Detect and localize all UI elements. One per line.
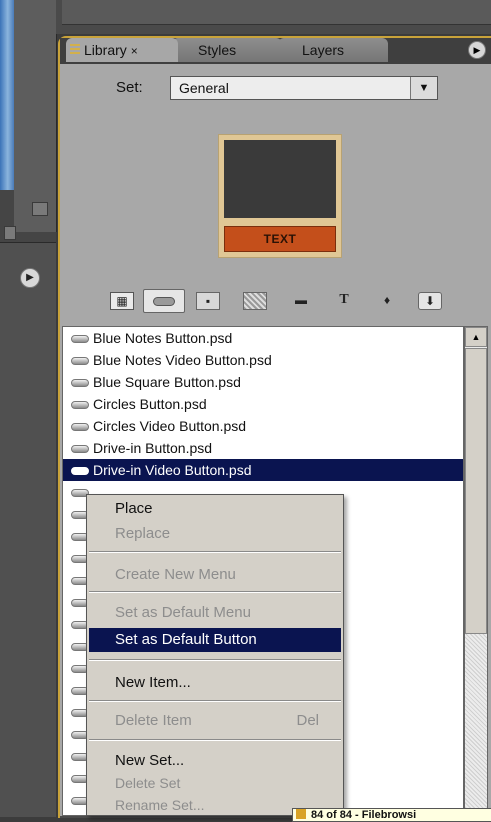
left-dock-panel <box>14 0 57 232</box>
dropdown-arrow-icon[interactable]: ▼ <box>410 77 437 99</box>
image-filter-icon[interactable]: ▪ <box>196 292 220 310</box>
file-browser-icon <box>296 809 306 819</box>
left-dock-scroll-button[interactable] <box>32 202 48 216</box>
button-item-icon <box>71 335 89 343</box>
menu-item-replace[interactable]: Replace <box>89 522 341 546</box>
scroll-thumb[interactable] <box>465 348 487 634</box>
preview-thumbnail <box>224 140 336 218</box>
scroll-up-icon[interactable]: ▲ <box>465 327 487 347</box>
button-item-icon <box>71 357 89 365</box>
status-tooltip: 84 of 84 - Filebrowsi <box>292 808 491 822</box>
list-item-label: Blue Square Button.psd <box>93 374 241 390</box>
menu-item-delete-item-label: Delete Item <box>115 712 192 729</box>
list-item[interactable]: Circles Video Button.psd <box>63 415 463 437</box>
menu-item-new-set[interactable]: New Set... <box>89 749 341 773</box>
menu-item-new-item[interactable]: New Item... <box>89 671 341 695</box>
list-item-label: Blue Notes Video Button.psd <box>93 352 272 368</box>
buttons-filter-icon[interactable] <box>143 289 185 313</box>
scroll-track-lower[interactable] <box>465 634 487 816</box>
button-item-icon <box>71 379 89 387</box>
menu-separator <box>89 591 341 593</box>
background-filter-icon[interactable] <box>243 292 267 310</box>
left-panel-menu-icon[interactable]: ▶ <box>20 268 40 288</box>
list-item-label: Blue Notes Button.psd <box>93 330 233 346</box>
tab-library-label: Library <box>84 42 127 58</box>
list-item-label: Circles Video Button.psd <box>93 418 247 434</box>
flyout-menu-icon: ▶ <box>468 41 486 59</box>
menu-separator <box>89 659 341 661</box>
import-icon[interactable]: ⬇ <box>418 292 442 310</box>
menu-separator <box>89 551 341 553</box>
button-item-icon <box>71 423 89 431</box>
list-item[interactable]: Blue Square Button.psd <box>63 371 463 393</box>
list-item[interactable]: Circles Button.psd <box>63 393 463 415</box>
list-item-label: Drive-in Button.psd <box>93 440 213 456</box>
tab-layers[interactable]: Layers <box>278 38 388 62</box>
button-item-icon <box>71 467 89 475</box>
preview-button-text: TEXT <box>224 226 336 252</box>
tab-layers-label: Layers <box>302 42 345 58</box>
tab-library[interactable]: Library × <box>66 38 178 62</box>
document-canvas-edge <box>0 0 14 190</box>
menu-item-delete-item[interactable]: Delete Item Del <box>89 709 341 733</box>
panel-grip-icon[interactable] <box>70 44 80 56</box>
button-item-icon <box>71 401 89 409</box>
set-dropdown-value: General <box>179 80 229 96</box>
drop-zone-filter-icon[interactable]: ♦ <box>376 292 398 308</box>
list-item-label: Circles Button.psd <box>93 396 207 412</box>
list-item[interactable]: Blue Notes Button.psd <box>63 327 463 349</box>
left-dock-collapse-button[interactable] <box>4 226 16 240</box>
top-panel-edge <box>62 0 491 25</box>
set-dropdown[interactable]: General ▼ <box>170 76 438 100</box>
list-item[interactable]: Drive-in Button.psd <box>63 437 463 459</box>
menu-item-delete-shortcut: Del <box>296 712 319 729</box>
menu-item-create-new-menu[interactable]: Create New Menu <box>89 563 341 587</box>
panel-options-button[interactable]: ▶ <box>450 41 488 59</box>
layout-filter-icon[interactable]: ▬ <box>290 292 312 308</box>
menu-separator <box>89 739 341 741</box>
context-menu: Place Replace Create New Menu Set as Def… <box>86 494 344 816</box>
set-label: Set: <box>116 79 143 96</box>
menu-separator <box>89 700 341 702</box>
list-item-label: Drive-in Video Button.psd <box>93 462 252 478</box>
text-filter-icon[interactable]: T <box>333 292 355 308</box>
menu-item-place[interactable]: Place <box>89 497 341 521</box>
list-item-selected[interactable]: Drive-in Video Button.psd <box>63 459 463 481</box>
menu-item-delete-set[interactable]: Delete Set <box>89 771 341 795</box>
list-item[interactable]: Blue Notes Video Button.psd <box>63 349 463 371</box>
show-all-icon[interactable]: ▦ <box>110 292 134 310</box>
button-item-icon <box>71 445 89 453</box>
tab-styles-label: Styles <box>198 42 237 58</box>
left-dock-lower-panel <box>0 242 56 817</box>
menu-item-set-default-button[interactable]: Set as Default Button <box>89 628 341 652</box>
tab-styles[interactable]: Styles <box>172 38 282 62</box>
menu-item-set-default-menu[interactable]: Set as Default Menu <box>89 601 341 625</box>
tab-close-icon[interactable]: × <box>131 44 138 58</box>
